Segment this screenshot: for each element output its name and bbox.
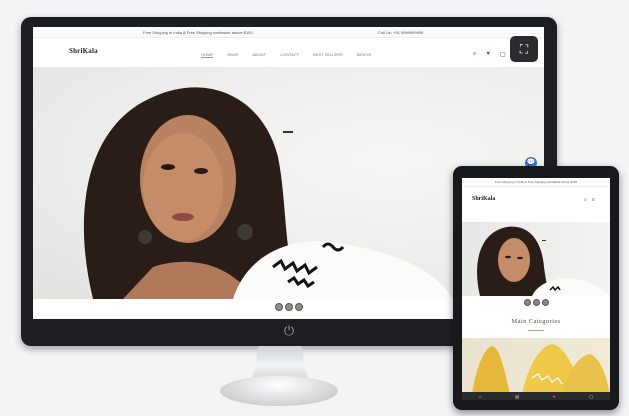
cart-icon[interactable]: ▢ xyxy=(500,51,506,58)
power-icon[interactable]: ⏻ xyxy=(280,322,298,340)
nav-shop[interactable]: SHOP xyxy=(227,52,238,58)
site-header: ShriKala HOME SHOP ABOUT CONTACT BEST SE… xyxy=(33,38,544,68)
monitor-stand xyxy=(252,346,308,378)
thumbnail-dot[interactable] xyxy=(524,299,531,306)
category-image[interactable] xyxy=(462,338,610,394)
search-icon[interactable]: ⌕ xyxy=(584,197,587,203)
thumbnail-dot[interactable] xyxy=(285,303,293,311)
main-nav: HOME SHOP ABOUT CONTACT BEST SELLERS NEW… xyxy=(201,52,371,58)
main-categories-heading: Main Categories xyxy=(511,318,561,325)
nav-home[interactable]: HOME xyxy=(201,52,213,58)
nav-about[interactable]: ABOUT xyxy=(252,52,266,58)
tablet-device: Free Shipping in India & Free Shipping w… xyxy=(453,166,619,410)
nav-new-in[interactable]: NEW IN xyxy=(357,52,371,58)
tablet-bottom-bar: ⌂ ▤ ♥ ▢ xyxy=(462,392,610,400)
tablet-header-icons: ⌕ ≡ xyxy=(584,197,595,203)
contact-info: Call Us: +91 9999999999 xyxy=(378,30,424,35)
search-icon[interactable]: ⌕ xyxy=(473,51,476,58)
thumbnail-dot[interactable] xyxy=(275,303,283,311)
thumbnail-dot[interactable] xyxy=(542,299,549,306)
nav-contact[interactable]: CONTACT xyxy=(280,52,299,58)
tablet-header: ShriKala ⌕ ≡ xyxy=(462,187,610,211)
tablet-screen: Free Shipping in India & Free Shipping w… xyxy=(462,178,610,400)
tablet-hero-model-image xyxy=(477,226,610,296)
monitor-base xyxy=(220,376,338,406)
thumbnail-dot[interactable] xyxy=(295,303,303,311)
home-icon[interactable]: ⌂ xyxy=(479,394,481,399)
heading-underline xyxy=(528,330,544,331)
cart-icon[interactable]: ▢ xyxy=(589,394,593,399)
nav-best-sellers[interactable]: BEST SELLERS xyxy=(313,52,343,58)
expand-icon[interactable]: ⛶ xyxy=(510,36,538,62)
tablet-hero-thumbnails xyxy=(524,299,549,306)
wishlist-icon[interactable]: ♥ xyxy=(553,394,555,399)
tablet-hero-banner[interactable] xyxy=(462,222,610,296)
site-logo[interactable]: ShriKala xyxy=(69,47,98,55)
tablet-announcement: Free Shipping in India & Free Shipping w… xyxy=(462,178,610,187)
category-dress-image xyxy=(472,344,610,394)
wishlist-icon[interactable]: ♥ xyxy=(486,51,490,58)
shop-icon[interactable]: ▤ xyxy=(515,394,519,399)
announcement-bar: Free Shipping in India & Free Shipping w… xyxy=(33,27,544,38)
shipping-announcement: Free Shipping in India & Free Shipping w… xyxy=(143,30,253,35)
tablet-logo[interactable]: ShriKala xyxy=(472,196,495,202)
hero-thumbnails xyxy=(275,303,303,311)
header-icons: ⌕ ♥ ▢ xyxy=(473,51,506,58)
slider-dash xyxy=(283,131,293,133)
menu-icon[interactable]: ≡ xyxy=(592,197,595,203)
thumbnail-dot[interactable] xyxy=(533,299,540,306)
